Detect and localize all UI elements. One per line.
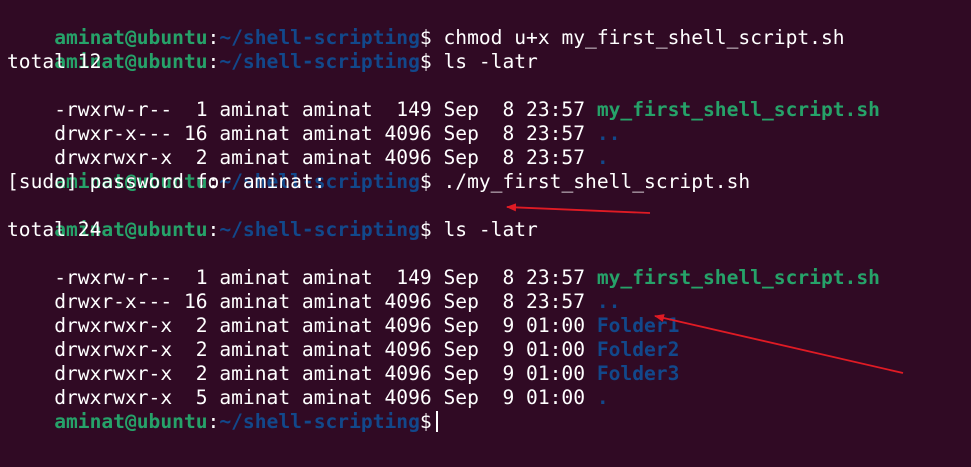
terminal-window[interactable]: aminat@ubuntu:~/shell-scripting$ chmod u… (0, 0, 971, 467)
listing-name-executable: my_first_shell_script.sh (596, 266, 880, 289)
listing-name-directory: Folder1 (596, 314, 680, 337)
prompt-symbol: $ (419, 410, 432, 433)
prompt-user: aminat@ubuntu (54, 410, 208, 433)
listing-row: -rwxrw-r-- 1 aminat aminat 149 Sep 8 23:… (7, 242, 971, 289)
listing-name-executable: my_first_shell_script.sh (596, 98, 880, 121)
listing-name-directory: .. (596, 290, 621, 313)
listing-name-directory: .. (596, 122, 621, 145)
listing-meta: drwxr-x--- 16 aminat aminat 4096 Sep 8 2… (54, 122, 597, 145)
terminal-line-command: aminat@ubuntu:~/shell-scripting$ ls -lat… (7, 194, 971, 241)
prompt-symbol: $ (419, 170, 432, 193)
listing-name-directory: Folder2 (596, 338, 680, 361)
listing-row: -rwxrw-r-- 1 aminat aminat 149 Sep 8 23:… (7, 74, 971, 121)
prompt-symbol: $ (419, 50, 432, 73)
prompt-separator: : (207, 410, 220, 433)
prompt-separator: : (207, 26, 220, 49)
prompt-symbol: $ (419, 26, 432, 49)
prompt-user: aminat@ubuntu (54, 26, 208, 49)
listing-meta: drwxrwxr-x 2 aminat aminat 4096 Sep 8 23… (54, 146, 597, 169)
prompt-path: ~/shell-scripting (219, 50, 420, 73)
listing-meta: drwxr-x--- 16 aminat aminat 4096 Sep 8 2… (54, 290, 597, 313)
terminal-line-command: aminat@ubuntu:~/shell-scripting$ chmod u… (7, 2, 971, 49)
prompt-path: ~/shell-scripting (219, 218, 420, 241)
listing-meta: drwxrwxr-x 5 aminat aminat 4096 Sep 9 01… (54, 386, 597, 409)
prompt-symbol: $ (419, 218, 432, 241)
prompt-path: ~/shell-scripting (219, 26, 420, 49)
prompt-path: ~/shell-scripting (219, 410, 420, 433)
listing-meta: drwxrwxr-x 2 aminat aminat 4096 Sep 9 01… (54, 314, 597, 337)
text-cursor[interactable] (435, 411, 438, 432)
prompt-separator: : (207, 218, 220, 241)
listing-meta: -rwxrw-r-- 1 aminat aminat 149 Sep 8 23:… (54, 266, 597, 289)
listing-name-directory: Folder3 (596, 362, 680, 385)
command-text: ls -latr (431, 218, 538, 241)
command-text: ./my_first_shell_script.sh (431, 170, 751, 193)
listing-meta: -rwxrw-r-- 1 aminat aminat 149 Sep 8 23:… (54, 98, 597, 121)
listing-name-directory: . (596, 146, 609, 169)
prompt-separator: : (207, 50, 220, 73)
command-text: chmod u+x my_first_shell_script.sh (431, 26, 845, 49)
listing-meta: drwxrwxr-x 2 aminat aminat 4096 Sep 9 01… (54, 362, 597, 385)
command-text: ls -latr (431, 50, 538, 73)
listing-meta: drwxrwxr-x 2 aminat aminat 4096 Sep 9 01… (54, 338, 597, 361)
listing-name-directory: . (596, 386, 609, 409)
